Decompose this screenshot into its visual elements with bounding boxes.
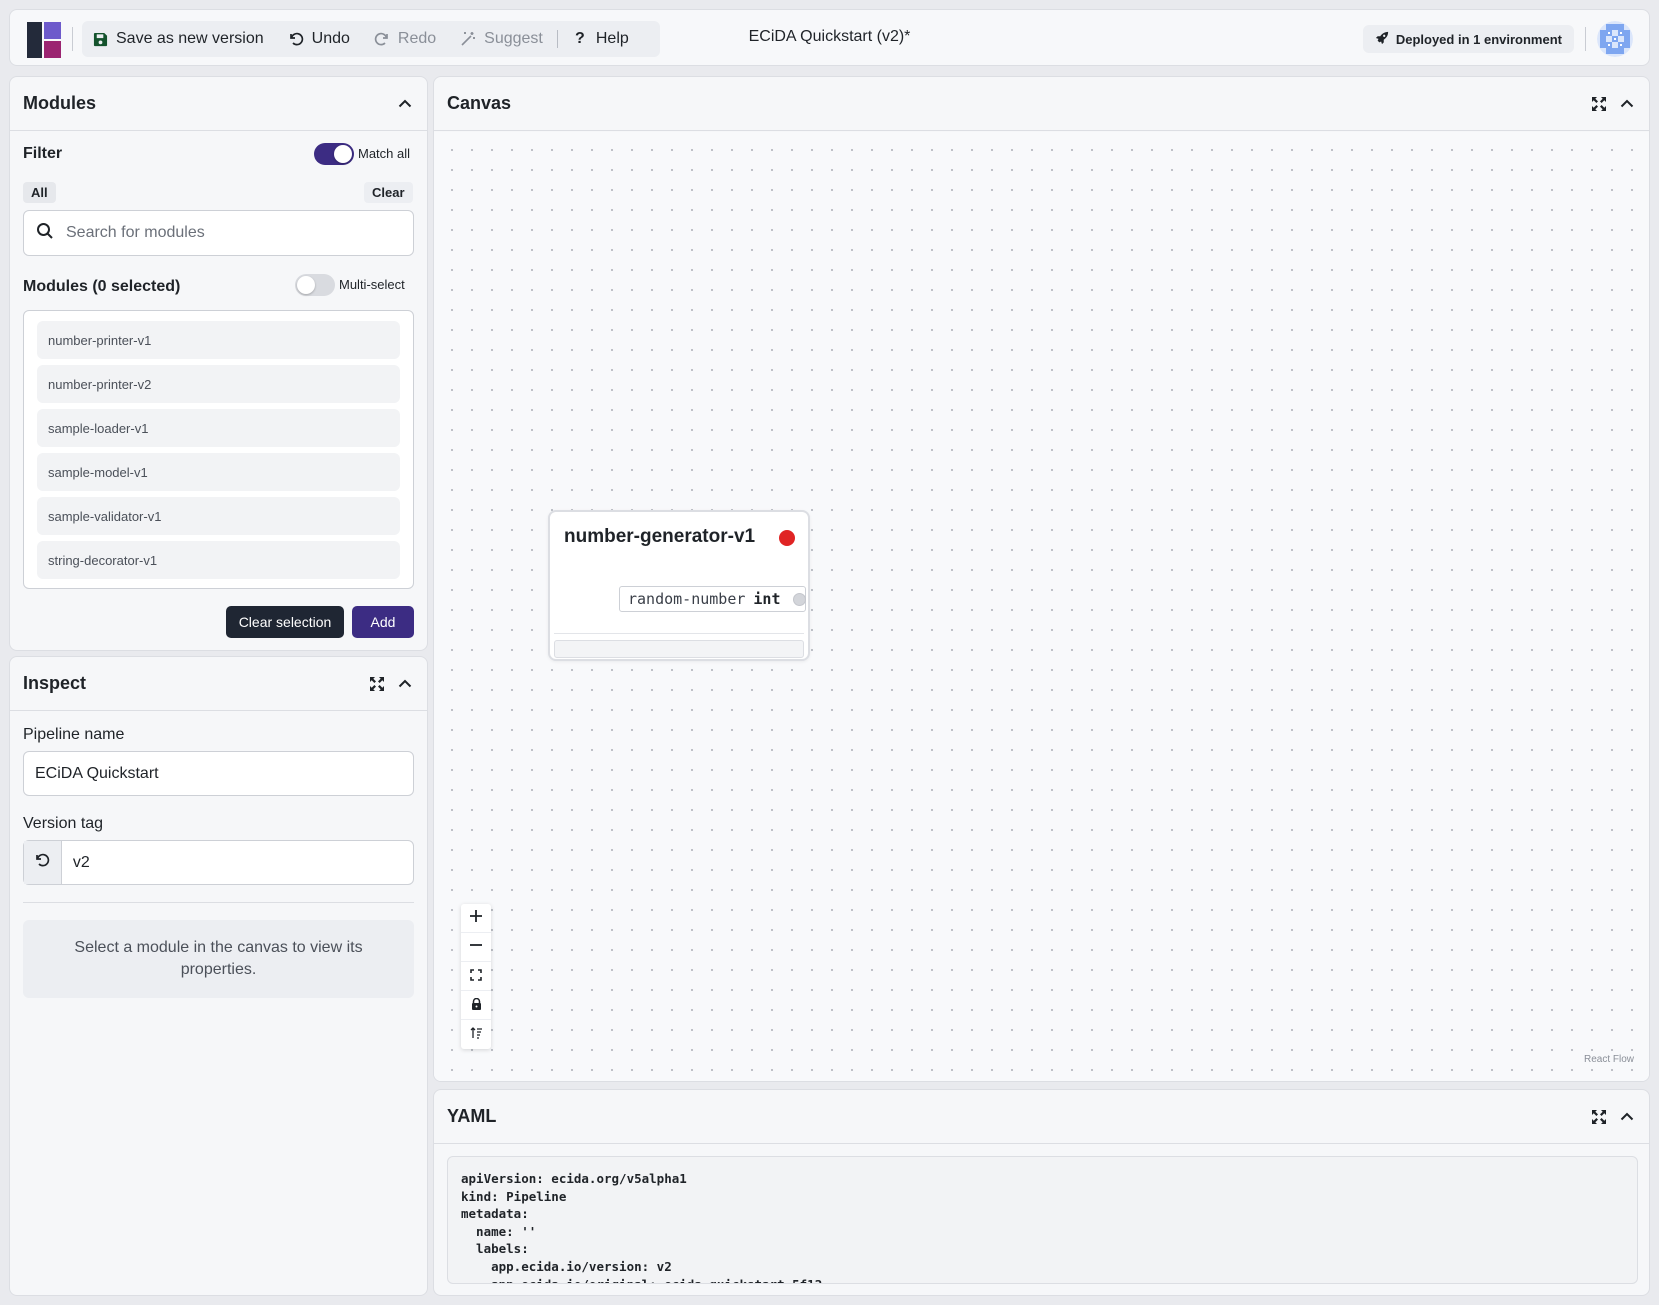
- port-handle[interactable]: [792, 593, 806, 606]
- flow-canvas[interactable]: number-generator-v1 random-number int Re…: [434, 132, 1649, 1081]
- undo-label: Undo: [311, 30, 350, 47]
- chevron-up-icon[interactable]: [396, 675, 414, 693]
- node-divider: [554, 633, 804, 634]
- undo-button[interactable]: Undo: [276, 21, 362, 57]
- expand-icon[interactable]: [368, 675, 386, 693]
- magic-wand-icon: [460, 31, 476, 47]
- undo-icon: [288, 31, 304, 47]
- lock-button[interactable]: [461, 991, 491, 1020]
- modules-panel-header: Modules: [10, 77, 427, 131]
- list-item[interactable]: sample-validator-v1: [37, 497, 400, 535]
- add-button[interactable]: Add: [352, 606, 414, 638]
- version-tag-field: [23, 840, 414, 885]
- redo-button[interactable]: Redo: [362, 21, 448, 57]
- react-flow-attribution[interactable]: React Flow: [1584, 1054, 1634, 1065]
- divider: [23, 902, 414, 903]
- yaml-editor[interactable]: apiVersion: ecida.org/v5alpha1 kind: Pip…: [447, 1156, 1638, 1284]
- pipeline-node[interactable]: number-generator-v1 random-number int: [548, 510, 810, 661]
- suggest-label: Suggest: [484, 30, 543, 47]
- filter-all-chip[interactable]: All: [23, 182, 56, 203]
- expand-icon[interactable]: [1590, 95, 1608, 113]
- sort-icon: [470, 1026, 483, 1043]
- module-search: [23, 210, 414, 256]
- divider: [72, 27, 73, 51]
- multiselect-label: Multi-select: [339, 277, 405, 292]
- modules-panel-title: Modules: [23, 93, 97, 113]
- help-button[interactable]: ? Help: [560, 21, 641, 57]
- auto-layout-button[interactable]: [461, 1020, 491, 1049]
- canvas-panel: Canvas number-generator-v1 random-number…: [433, 76, 1650, 1082]
- output-port: random-number int: [619, 586, 806, 612]
- node-status-indicator: [779, 530, 795, 546]
- chevron-up-icon[interactable]: [1618, 1108, 1636, 1126]
- version-tag-input[interactable]: [61, 853, 413, 872]
- redo-icon: [374, 31, 390, 47]
- yaml-panel-title: YAML: [447, 1106, 497, 1126]
- list-item[interactable]: sample-loader-v1: [37, 409, 400, 447]
- lock-icon: [471, 997, 482, 1014]
- yaml-panel: YAML apiVersion: ecida.org/v5alpha1 kind…: [433, 1089, 1650, 1296]
- search-icon: [36, 222, 54, 244]
- search-input[interactable]: [66, 224, 413, 242]
- list-item[interactable]: string-decorator-v1: [37, 541, 400, 579]
- port-type: int: [753, 590, 781, 608]
- canvas-controls: [461, 904, 491, 1049]
- suggest-button[interactable]: Suggest: [448, 21, 555, 57]
- filter-clear-button[interactable]: Clear: [364, 182, 413, 203]
- filter-label: Filter: [23, 145, 63, 162]
- inspect-panel: Inspect Pipeline name Version tag Select…: [9, 656, 428, 1296]
- chevron-up-icon[interactable]: [396, 95, 414, 113]
- top-bar: Save as new version Undo Redo Suggest ? …: [9, 9, 1650, 66]
- pipeline-name-field: [23, 751, 414, 796]
- reset-version-button[interactable]: [24, 841, 62, 884]
- question-mark-icon: ?: [574, 30, 585, 47]
- help-label: Help: [595, 30, 629, 47]
- avatar[interactable]: [1597, 21, 1633, 57]
- version-tag-label: Version tag: [23, 815, 104, 832]
- fit-view-icon: [470, 968, 482, 985]
- node-title: number-generator-v1: [564, 526, 756, 547]
- list-item[interactable]: sample-model-v1: [37, 453, 400, 491]
- toolbar-divider: [556, 30, 558, 48]
- port-name: random-number: [628, 590, 746, 608]
- rocket-icon: [1375, 31, 1389, 48]
- canvas-panel-title: Canvas: [447, 93, 512, 113]
- match-all-label: Match all: [358, 146, 411, 161]
- list-item[interactable]: number-printer-v2: [37, 365, 400, 403]
- list-item[interactable]: number-printer-v1: [37, 321, 400, 359]
- toolbar: Save as new version Undo Redo Suggest ? …: [82, 21, 660, 57]
- yaml-panel-header: YAML: [434, 1090, 1649, 1144]
- redo-label: Redo: [397, 30, 437, 47]
- save-label: Save as new version: [116, 30, 264, 47]
- pipeline-name-input[interactable]: [24, 764, 413, 783]
- clear-selection-button[interactable]: Clear selection: [226, 606, 344, 638]
- modules-panel: Modules Filter Match all All Clear Modul…: [9, 76, 428, 651]
- module-list: number-printer-v1 number-printer-v2 samp…: [23, 310, 414, 589]
- node-footer-bar: [554, 640, 804, 658]
- inspect-panel-header: Inspect: [10, 657, 427, 711]
- reset-icon: [34, 852, 50, 873]
- inspect-hint: Select a module in the canvas to view it…: [23, 920, 414, 998]
- zoom-in-button[interactable]: [461, 904, 491, 933]
- chevron-up-icon[interactable]: [1618, 95, 1636, 113]
- save-button[interactable]: Save as new version: [82, 21, 276, 57]
- inspect-panel-title: Inspect: [23, 673, 87, 693]
- pipeline-name-label: Pipeline name: [23, 726, 125, 743]
- deployment-status-button[interactable]: Deployed in 1 environment: [1362, 25, 1574, 53]
- modules-count-label: Modules (0 selected): [23, 278, 181, 295]
- minus-icon: [469, 938, 483, 956]
- expand-icon[interactable]: [1590, 1108, 1608, 1126]
- app-logo: [27, 22, 61, 58]
- plus-icon: [469, 909, 483, 927]
- multiselect-toggle[interactable]: [295, 274, 335, 296]
- zoom-out-button[interactable]: [461, 933, 491, 962]
- yaml-content: apiVersion: ecida.org/v5alpha1 kind: Pip…: [461, 1171, 822, 1283]
- canvas-panel-header: Canvas: [434, 77, 1649, 131]
- match-all-toggle[interactable]: [314, 143, 354, 165]
- divider: [1585, 27, 1586, 51]
- floppy-disk-icon: [92, 31, 108, 47]
- fit-view-button[interactable]: [461, 962, 491, 991]
- deployment-status-label: Deployed in 1 environment: [1395, 31, 1562, 47]
